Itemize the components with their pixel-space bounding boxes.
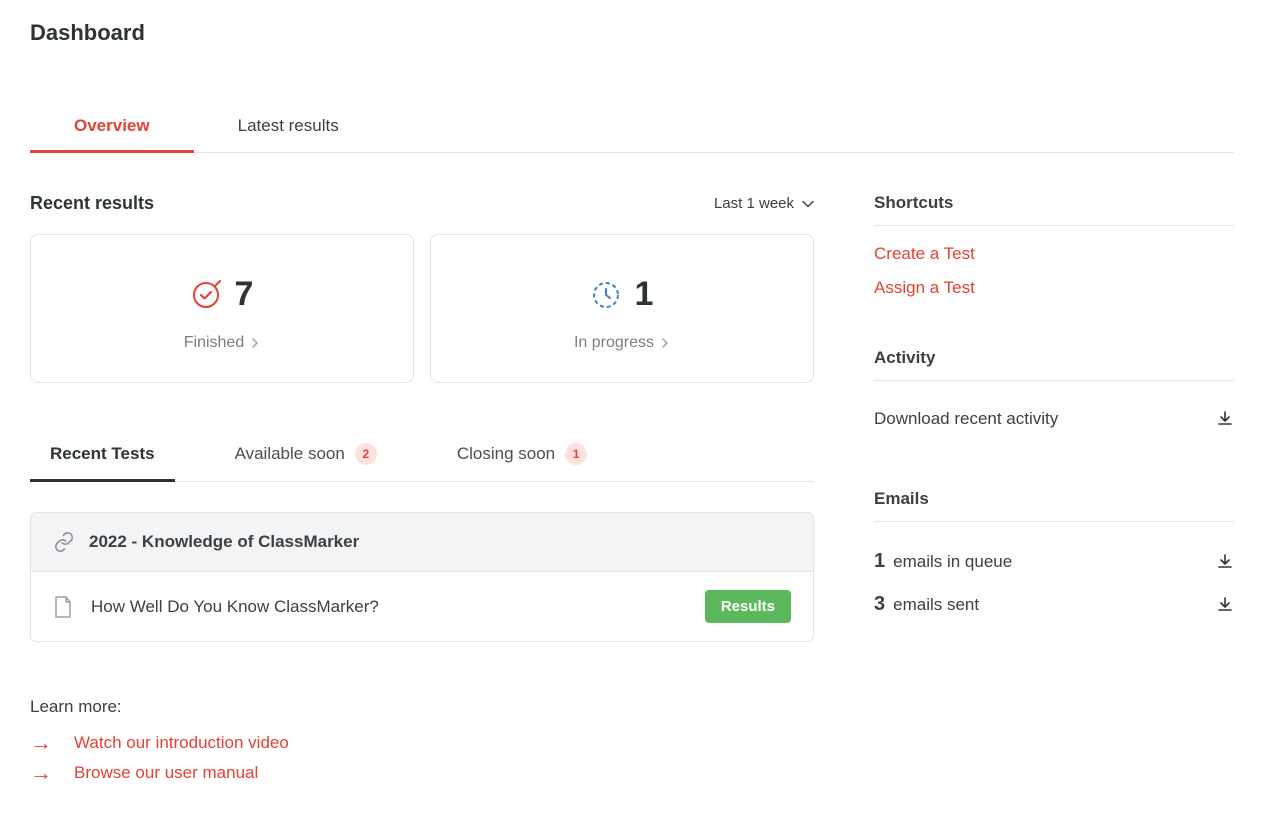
in-progress-card[interactable]: 1 In progress bbox=[430, 234, 814, 383]
emails-queue-count: 1 bbox=[874, 550, 885, 573]
finished-link[interactable]: Finished bbox=[184, 334, 260, 352]
shortcuts-section: Shortcuts Create a Test Assign a Test bbox=[874, 193, 1234, 298]
finished-count: 7 bbox=[235, 275, 254, 314]
test-item-title: How Well Do You Know ClassMarker? bbox=[91, 597, 687, 617]
time-filter-label: Last 1 week bbox=[714, 195, 794, 212]
download-activity-row[interactable]: Download recent activity bbox=[874, 399, 1234, 439]
emails-sent-count: 3 bbox=[874, 593, 885, 616]
sub-tab-closing-soon[interactable]: Closing soon 1 bbox=[437, 443, 607, 482]
download-icon bbox=[1216, 596, 1234, 614]
download-activity-label: Download recent activity bbox=[874, 409, 1058, 429]
in-progress-label: In progress bbox=[574, 334, 654, 352]
finished-card[interactable]: 7 Finished bbox=[30, 234, 414, 383]
test-item[interactable]: How Well Do You Know ClassMarker? Result… bbox=[31, 572, 813, 641]
results-button[interactable]: Results bbox=[705, 590, 791, 623]
emails-section: Emails 1 emails in queue 3 emails sent bbox=[874, 489, 1234, 626]
create-test-link[interactable]: Create a Test bbox=[874, 244, 1234, 264]
browse-manual-link[interactable]: → Browse our user manual bbox=[30, 762, 814, 784]
arrow-right-icon: → bbox=[30, 732, 52, 754]
emails-sent-row[interactable]: 3 emails sent bbox=[874, 583, 1234, 626]
sub-tab-available-soon[interactable]: Available soon 2 bbox=[215, 443, 397, 482]
tab-latest-results[interactable]: Latest results bbox=[194, 116, 383, 153]
time-filter-dropdown[interactable]: Last 1 week bbox=[714, 195, 814, 212]
recent-results-title: Recent results bbox=[30, 193, 154, 214]
watch-video-link[interactable]: → Watch our introduction video bbox=[30, 732, 814, 754]
shortcuts-title: Shortcuts bbox=[874, 193, 1234, 226]
watch-video-label: Watch our introduction video bbox=[74, 733, 289, 753]
clock-icon bbox=[591, 280, 621, 310]
activity-title: Activity bbox=[874, 348, 1234, 381]
activity-section: Activity Download recent activity bbox=[874, 348, 1234, 439]
document-icon bbox=[53, 595, 73, 619]
learn-more-section: Learn more: → Watch our introduction vid… bbox=[30, 697, 814, 784]
sub-tab-recent-tests[interactable]: Recent Tests bbox=[30, 443, 175, 482]
download-icon bbox=[1216, 553, 1234, 571]
link-icon bbox=[53, 531, 75, 553]
available-soon-badge: 2 bbox=[355, 443, 377, 465]
available-soon-label: Available soon bbox=[235, 444, 345, 464]
chevron-right-icon bbox=[660, 338, 670, 348]
tab-overview[interactable]: Overview bbox=[30, 116, 194, 153]
closing-soon-label: Closing soon bbox=[457, 444, 555, 464]
emails-queue-row[interactable]: 1 emails in queue bbox=[874, 540, 1234, 583]
arrow-right-icon: → bbox=[30, 762, 52, 784]
browse-manual-label: Browse our user manual bbox=[74, 763, 258, 783]
download-icon bbox=[1216, 410, 1234, 428]
emails-title: Emails bbox=[874, 489, 1234, 522]
main-tabs: Overview Latest results bbox=[30, 116, 1234, 153]
checkmark-circle-icon bbox=[191, 280, 221, 310]
in-progress-count: 1 bbox=[635, 275, 654, 314]
test-list: 2022 - Knowledge of ClassMarker How Well… bbox=[30, 512, 814, 642]
emails-queue-label: emails in queue bbox=[893, 552, 1012, 572]
emails-sent-label: emails sent bbox=[893, 595, 979, 615]
assign-test-link[interactable]: Assign a Test bbox=[874, 278, 1234, 298]
finished-label: Finished bbox=[184, 334, 244, 352]
sub-tabs: Recent Tests Available soon 2 Closing so… bbox=[30, 443, 814, 482]
test-list-header[interactable]: 2022 - Knowledge of ClassMarker bbox=[31, 513, 813, 572]
learn-more-title: Learn more: bbox=[30, 697, 814, 717]
chevron-right-icon bbox=[250, 338, 260, 348]
test-header-title: 2022 - Knowledge of ClassMarker bbox=[89, 532, 359, 552]
in-progress-link[interactable]: In progress bbox=[574, 334, 670, 352]
chevron-down-icon bbox=[802, 200, 814, 208]
page-title: Dashboard bbox=[30, 20, 1234, 46]
closing-soon-badge: 1 bbox=[565, 443, 587, 465]
